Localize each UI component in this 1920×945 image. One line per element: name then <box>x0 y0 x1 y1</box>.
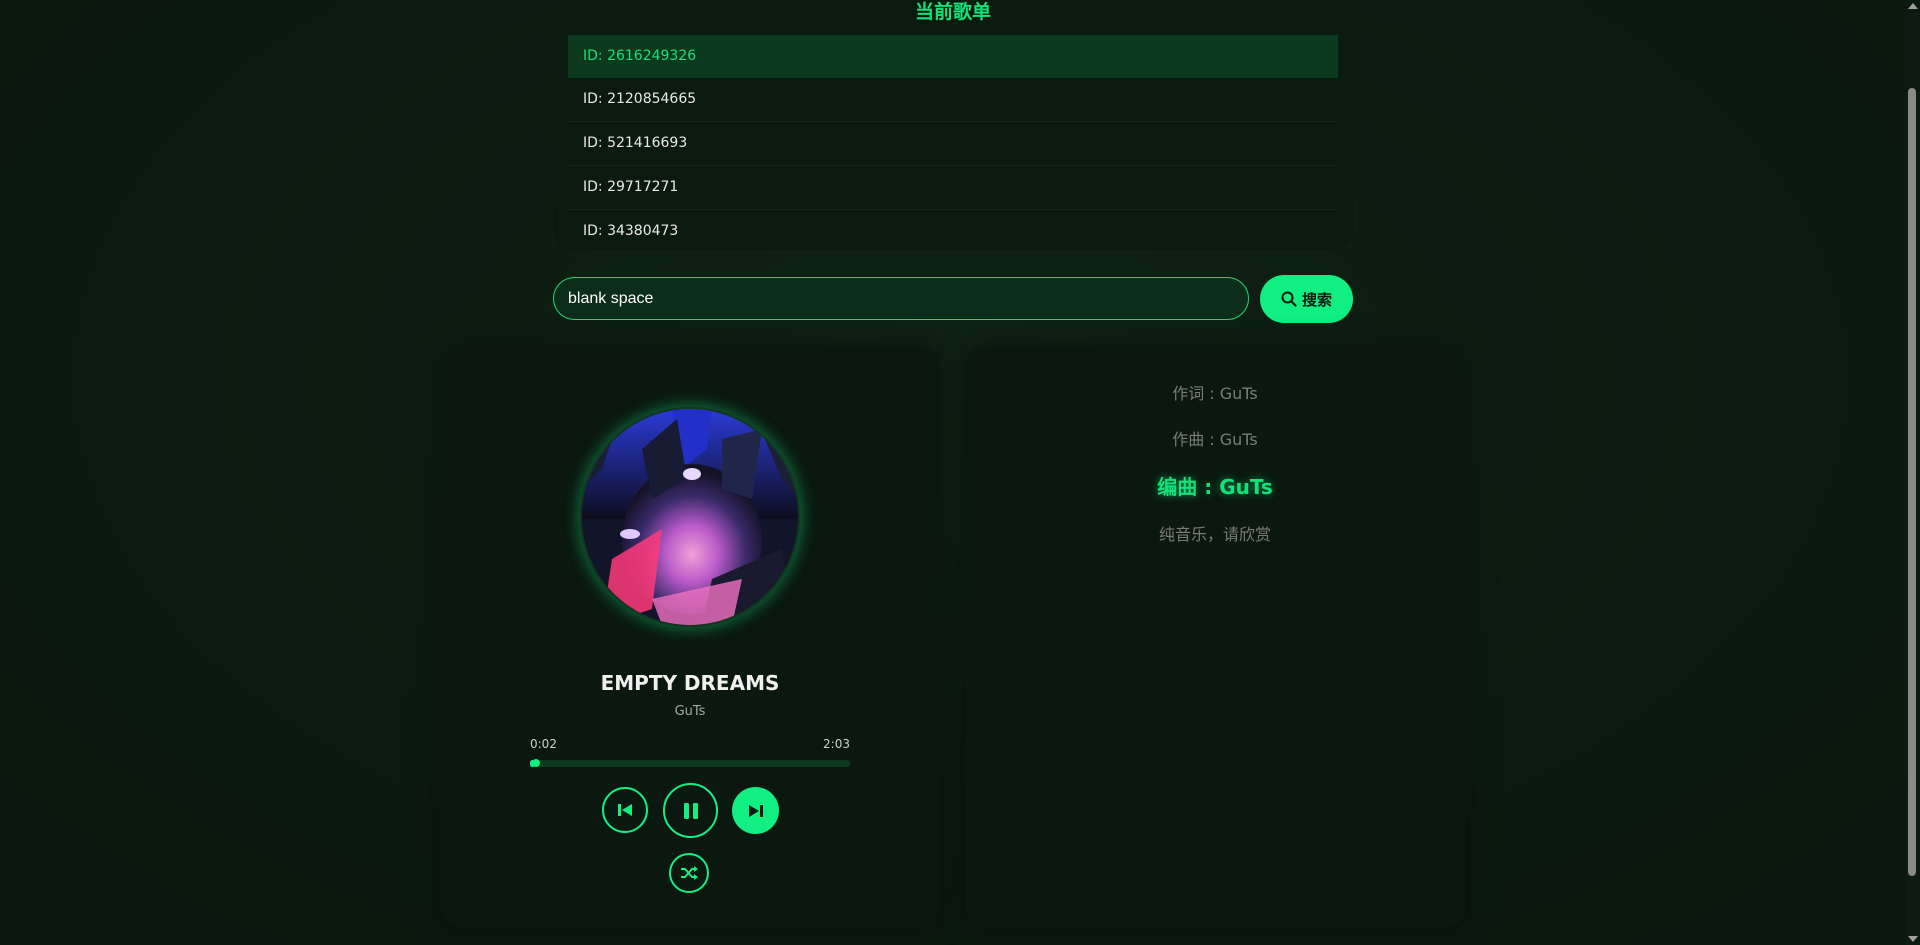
song-artist: GuTs <box>674 704 706 719</box>
playlist-item[interactable]: ID: 521416693 <box>568 122 1338 166</box>
lyric-line: 作词 : GuTs <box>1172 384 1258 403</box>
scroll-down-icon[interactable] <box>1908 936 1918 942</box>
lyric-line-active: 编曲 : GuTs <box>1157 475 1273 499</box>
next-button[interactable] <box>732 787 779 834</box>
previous-button[interactable] <box>602 787 648 833</box>
playlist-items: ID: 2616249326 ID: 2120854665 ID: 521416… <box>568 35 1338 253</box>
page-scrollbar[interactable] <box>1905 0 1920 945</box>
playlist-title: 当前歌单 <box>914 1 991 23</box>
search-input[interactable] <box>553 277 1249 320</box>
playlist-item[interactable]: ID: 34380473 <box>568 210 1338 253</box>
search-button-label: 搜索 <box>1301 290 1332 309</box>
shuffle-button[interactable] <box>669 853 709 893</box>
total-time: 2:03 <box>823 737 850 751</box>
search-icon <box>1281 291 1297 307</box>
scroll-thumb[interactable] <box>1908 88 1916 876</box>
progress-thumb[interactable] <box>532 759 541 767</box>
next-icon <box>748 804 763 817</box>
lyric-line: 作曲 : GuTs <box>1172 430 1258 449</box>
prev-icon <box>618 804 632 816</box>
pause-icon <box>683 802 698 819</box>
shuffle-icon <box>681 866 698 880</box>
playlist-item[interactable]: ID: 2616249326 <box>568 35 1338 78</box>
playlist-panel: 当前歌单 ID: 2616249326 ID: 2120854665 ID: 5… <box>553 0 1353 250</box>
song-title: EMPTY DREAMS <box>600 671 780 695</box>
album-cover <box>580 407 800 627</box>
lyrics-card: 作词 : GuTs 作曲 : GuTs 编曲 : GuTs 纯音乐，请欣赏 <box>965 347 1465 928</box>
progress-bar[interactable] <box>530 759 850 767</box>
current-time: 0:02 <box>530 737 557 751</box>
playlist-item[interactable]: ID: 29717271 <box>568 166 1338 210</box>
search-button[interactable]: 搜索 <box>1260 275 1353 323</box>
player-card: EMPTY DREAMS GuTs 0:02 2:03 <box>440 347 940 928</box>
playlist-item[interactable]: ID: 2120854665 <box>568 78 1338 122</box>
lyric-line: 纯音乐，请欣赏 <box>1158 525 1271 544</box>
scroll-up-icon[interactable] <box>1908 3 1918 9</box>
pause-button[interactable] <box>663 783 718 838</box>
